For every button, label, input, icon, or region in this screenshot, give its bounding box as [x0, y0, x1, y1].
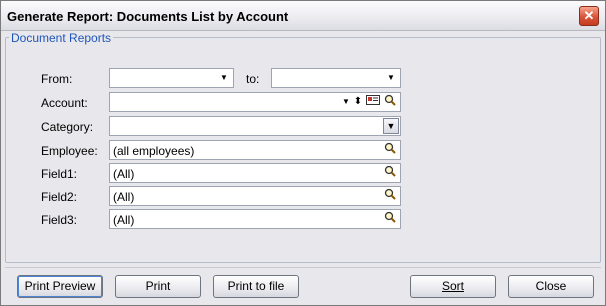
window-title: Generate Report: Documents List by Accou…	[7, 9, 289, 24]
button-separator	[5, 267, 601, 268]
magnifier-icon[interactable]	[382, 211, 398, 227]
magnifier-icon[interactable]	[382, 142, 398, 158]
dropdown-arrow-icon[interactable]: ▼	[340, 95, 352, 109]
field1-label: Field1:	[41, 167, 78, 181]
field2-field[interactable]: (All)	[109, 186, 401, 206]
sort-button[interactable]: Sort	[410, 275, 496, 298]
close-window-button[interactable]: ✕	[579, 6, 599, 26]
to-label: to:	[246, 72, 260, 86]
chevron-down-icon[interactable]: ▼	[383, 118, 399, 134]
sort-updown-icon[interactable]: ⬍	[352, 95, 364, 109]
magnifier-icon[interactable]	[382, 188, 398, 204]
field1-field[interactable]: (All)	[109, 163, 401, 183]
magnifier-icon[interactable]	[382, 94, 398, 110]
magnifier-icon[interactable]	[382, 165, 398, 181]
report-dialog: Generate Report: Documents List by Accou…	[0, 0, 606, 306]
print-preview-button[interactable]: Print Preview	[17, 275, 103, 298]
field2-value: (All)	[113, 190, 135, 204]
group-title: Document Reports	[9, 31, 114, 45]
from-label: From:	[41, 72, 73, 86]
dropdown-arrow-icon[interactable]: ▼	[385, 71, 397, 85]
account-label: Account:	[41, 96, 88, 110]
employee-field[interactable]: (all employees)	[109, 140, 401, 160]
employee-label: Employee:	[41, 144, 98, 158]
title-bar[interactable]: Generate Report: Documents List by Accou…	[1, 1, 605, 31]
print-button[interactable]: Print	[115, 275, 201, 298]
card-icon[interactable]	[365, 94, 381, 110]
employee-value: (all employees)	[113, 144, 195, 158]
field3-field[interactable]: (All)	[109, 209, 401, 229]
category-label: Category:	[41, 120, 94, 134]
from-date-field[interactable]: ▼	[109, 68, 234, 88]
account-field[interactable]: ▼ ⬍	[109, 92, 401, 112]
field1-value: (All)	[113, 167, 135, 181]
field2-label: Field2:	[41, 190, 78, 204]
field3-label: Field3:	[41, 213, 78, 227]
close-button[interactable]: Close	[508, 275, 594, 298]
to-date-field[interactable]: ▼	[271, 68, 401, 88]
print-to-file-button[interactable]: Print to file	[213, 275, 299, 298]
field3-value: (All)	[113, 213, 135, 227]
dropdown-arrow-icon[interactable]: ▼	[218, 71, 230, 85]
category-select[interactable]: ▼	[109, 116, 401, 136]
